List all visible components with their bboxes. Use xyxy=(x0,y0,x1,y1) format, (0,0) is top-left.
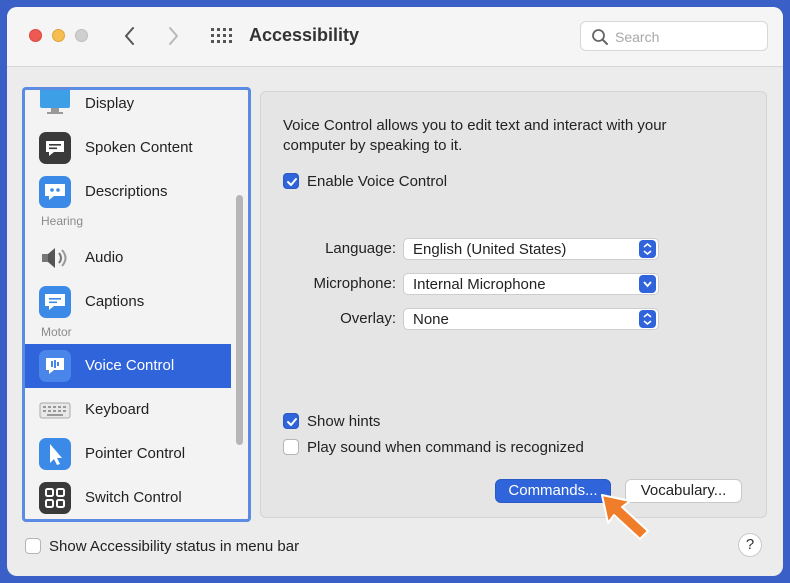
checkmark-icon xyxy=(287,418,297,426)
section-header-motor: Motor xyxy=(41,325,72,339)
back-button[interactable] xyxy=(117,21,143,51)
sidebar-item-label: Spoken Content xyxy=(85,139,193,156)
sidebar-item-display[interactable]: Display xyxy=(25,90,231,126)
show-hints-checkbox[interactable] xyxy=(283,413,299,429)
grid-icon xyxy=(211,28,232,43)
quote-bubble-icon xyxy=(39,176,71,208)
caption-bubble-icon xyxy=(39,286,71,318)
display-icon xyxy=(39,90,71,120)
search-field[interactable] xyxy=(580,21,768,51)
section-header-hearing: Hearing xyxy=(41,214,84,228)
play-sound-label: Play sound when command is recognized xyxy=(307,439,584,456)
voice-control-panel: Voice Control allows you to edit text an… xyxy=(260,91,767,518)
checkmark-icon xyxy=(287,178,297,186)
enable-voice-control-checkbox[interactable] xyxy=(283,173,299,189)
up-down-arrows-icon xyxy=(639,310,656,328)
voice-control-icon xyxy=(39,350,71,382)
chevron-left-icon xyxy=(125,27,134,45)
minimize-window-button[interactable] xyxy=(52,29,65,42)
sidebar-item-label: Display xyxy=(85,95,135,112)
keyboard-icon xyxy=(39,394,71,426)
sidebar-item-voice-control[interactable]: Voice Control xyxy=(25,344,231,388)
search-icon xyxy=(592,29,608,45)
preferences-window: Accessibility Display Spoken Content xyxy=(7,7,783,576)
search-input[interactable] xyxy=(615,27,755,47)
sidebar-item-label: Keyboard xyxy=(85,401,150,418)
show-hints-label: Show hints xyxy=(307,413,381,430)
sidebar-scrollbar[interactable] xyxy=(236,195,243,445)
overlay-label: Overlay: xyxy=(340,310,396,327)
sidebar: Display Spoken Content Descriptions Hear… xyxy=(22,87,251,522)
switch-grid-icon xyxy=(39,482,71,514)
annotation-arrow-icon xyxy=(601,494,649,540)
sidebar-item-keyboard[interactable]: Keyboard xyxy=(25,388,231,432)
chevron-right-icon xyxy=(169,27,178,45)
sidebar-item-captions[interactable]: Captions xyxy=(25,280,231,324)
play-sound-checkbox[interactable] xyxy=(283,439,299,455)
language-label: Language: xyxy=(325,240,396,257)
help-button[interactable]: ? xyxy=(738,533,762,557)
show-status-label: Show Accessibility status in menu bar xyxy=(49,538,300,555)
sidebar-item-switch-control[interactable]: Switch Control xyxy=(25,476,231,519)
sidebar-item-spoken-content[interactable]: Spoken Content xyxy=(25,126,231,170)
sidebar-item-label: Voice Control xyxy=(85,357,175,374)
window-title: Accessibility xyxy=(249,25,360,45)
microphone-label: Microphone: xyxy=(313,275,396,292)
enable-voice-control-label: Enable Voice Control xyxy=(307,173,448,190)
sidebar-item-pointer-control[interactable]: Pointer Control xyxy=(25,432,231,476)
overlay-select[interactable]: None xyxy=(403,308,659,330)
language-value: English (United States) xyxy=(413,241,567,258)
pointer-icon xyxy=(39,438,71,470)
language-select[interactable]: English (United States) xyxy=(403,238,659,260)
overlay-value: None xyxy=(413,311,449,328)
sidebar-item-descriptions[interactable]: Descriptions xyxy=(25,170,231,214)
chevron-down-icon xyxy=(639,275,656,293)
sidebar-item-label: Descriptions xyxy=(85,183,168,200)
speaker-icon xyxy=(39,242,71,274)
microphone-select[interactable]: Internal Microphone xyxy=(403,273,659,295)
up-down-arrows-icon xyxy=(639,240,656,258)
sidebar-item-label: Switch Control xyxy=(85,489,182,506)
sidebar-item-audio[interactable]: Audio xyxy=(25,236,231,280)
sidebar-item-label: Captions xyxy=(85,293,145,310)
sidebar-item-label: Audio xyxy=(85,249,124,266)
speech-bubble-icon xyxy=(39,132,71,164)
commands-button[interactable]: Commands... xyxy=(495,479,611,503)
title-bar: Accessibility xyxy=(7,7,783,67)
close-window-button[interactable] xyxy=(29,29,42,42)
show-status-checkbox[interactable] xyxy=(25,538,41,554)
microphone-value: Internal Microphone xyxy=(413,276,546,293)
sidebar-item-label: Pointer Control xyxy=(85,445,186,462)
show-all-button[interactable] xyxy=(208,25,234,47)
zoom-window-button[interactable] xyxy=(75,29,88,42)
forward-button[interactable] xyxy=(160,21,186,51)
voice-control-description: Voice Control allows you to edit text an… xyxy=(283,117,667,154)
